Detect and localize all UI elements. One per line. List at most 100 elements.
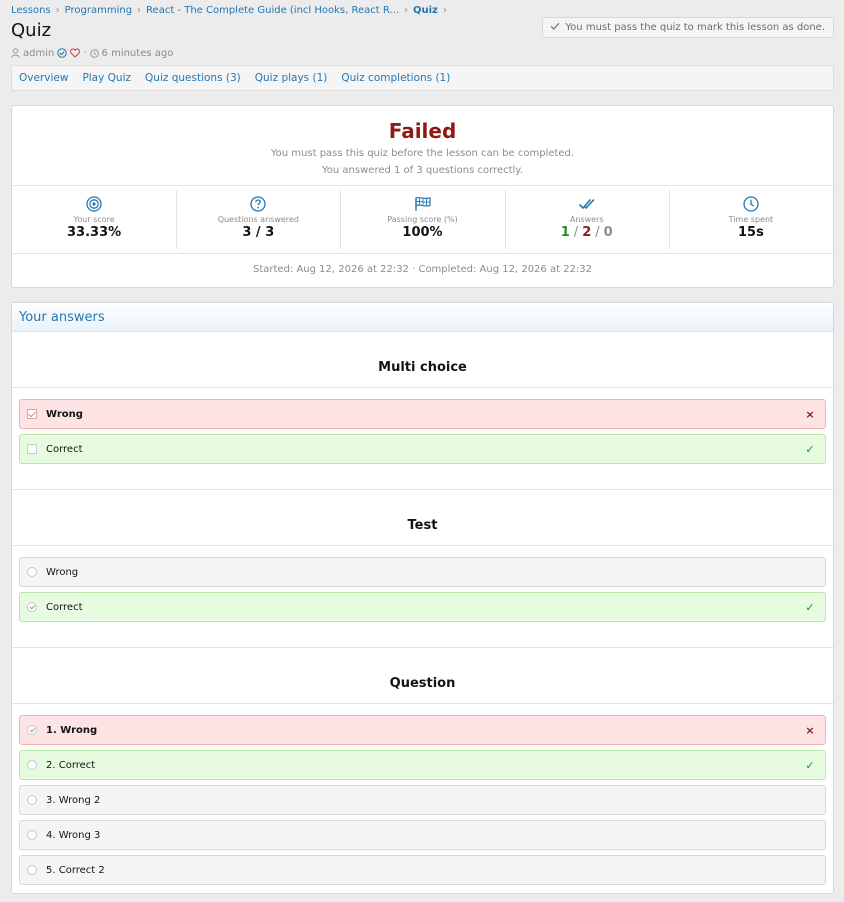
breadcrumb-programming[interactable]: Programming bbox=[65, 5, 132, 16]
question-section: Question 1. Wrong × 2. Correct ✓ 3. Wron… bbox=[12, 647, 833, 893]
tab-quiz-questions[interactable]: Quiz questions (3) bbox=[145, 72, 241, 84]
answer-label: 1. Wrong bbox=[46, 724, 98, 736]
clock-icon bbox=[89, 48, 99, 58]
stats-row: Your score 33.33% Questions answered 3 /… bbox=[12, 186, 833, 254]
checkbox-icon bbox=[27, 444, 37, 454]
answers-separator: / bbox=[573, 225, 579, 240]
question-title: Test bbox=[12, 489, 833, 546]
radio-checked-icon bbox=[27, 602, 37, 612]
stat-passing: Passing score (%) 100% bbox=[340, 190, 504, 249]
answer-option: 2. Correct ✓ bbox=[19, 750, 826, 780]
chevron-right-icon: › bbox=[442, 4, 447, 16]
stat-label: Passing score (%) bbox=[387, 215, 458, 224]
stat-value: 100% bbox=[402, 225, 443, 240]
double-check-icon bbox=[505, 196, 669, 212]
tab-bar: Overview Play Quiz Quiz questions (3) Qu… bbox=[11, 65, 834, 91]
answer-option: 3. Wrong 2 bbox=[19, 785, 826, 815]
answer-label: 5. Correct 2 bbox=[46, 864, 105, 876]
result-panel: Failed You must pass this quiz before th… bbox=[11, 105, 834, 288]
radio-icon bbox=[27, 760, 37, 770]
notice-text: You must pass the quiz to mark this less… bbox=[565, 22, 825, 33]
answer-label: 2. Correct bbox=[46, 759, 96, 771]
stat-score: Your score 33.33% bbox=[12, 190, 176, 249]
answer-option: 1. Wrong × bbox=[19, 715, 826, 745]
answer-option: Wrong × bbox=[19, 399, 826, 429]
question-title: Multi choice bbox=[12, 332, 833, 388]
answers-skipped-count: 0 bbox=[603, 225, 613, 240]
breadcrumb: Lessons › Programming › React - The Comp… bbox=[11, 0, 834, 17]
clock-icon bbox=[669, 196, 833, 212]
check-icon: ✓ bbox=[805, 600, 815, 614]
question-section: Test Wrong Correct ✓ bbox=[12, 489, 833, 647]
chevron-right-icon: › bbox=[404, 4, 408, 16]
answers-correct-count: 1 bbox=[560, 225, 570, 240]
question-options: Wrong × Correct ✓ bbox=[12, 388, 833, 489]
stat-value: 15s bbox=[737, 225, 764, 240]
stat-value: 3 / 3 bbox=[242, 225, 275, 240]
answer-label: Correct bbox=[46, 443, 83, 455]
answers-wrong-count: 2 bbox=[582, 225, 592, 240]
stat-value: 33.33% bbox=[67, 225, 122, 240]
checkbox-checked-icon bbox=[27, 409, 37, 419]
answer-option: Wrong bbox=[19, 557, 826, 587]
result-header: Failed You must pass this quiz before th… bbox=[12, 106, 833, 186]
target-icon bbox=[12, 196, 176, 212]
question-section: Multi choice Wrong × Correct ✓ bbox=[12, 332, 833, 489]
stat-value-answers: 1/2/0 bbox=[505, 225, 669, 241]
question-options: 1. Wrong × 2. Correct ✓ 3. Wrong 2 4. Wr… bbox=[12, 704, 833, 893]
author-link[interactable]: admin bbox=[23, 48, 54, 59]
result-message: You must pass this quiz before the lesso… bbox=[270, 148, 575, 159]
answer-label: Wrong bbox=[46, 408, 83, 420]
tab-quiz-plays[interactable]: Quiz plays (1) bbox=[255, 72, 328, 84]
chevron-right-icon: › bbox=[55, 4, 60, 16]
radio-icon bbox=[27, 567, 37, 577]
breadcrumb-lessons[interactable]: Lessons bbox=[11, 5, 51, 16]
verified-icon bbox=[57, 48, 68, 58]
tab-quiz-completions[interactable]: Quiz completions (1) bbox=[341, 72, 450, 84]
chevron-right-icon: › bbox=[137, 4, 142, 16]
answer-option: Correct ✓ bbox=[19, 592, 826, 622]
cross-icon: × bbox=[805, 407, 815, 421]
check-icon: ✓ bbox=[805, 758, 815, 772]
tab-play-quiz[interactable]: Play Quiz bbox=[82, 72, 131, 84]
question-icon bbox=[176, 196, 340, 212]
result-status: Failed bbox=[388, 119, 457, 143]
answer-label: 3. Wrong 2 bbox=[46, 794, 101, 806]
answer-option: 4. Wrong 3 bbox=[19, 820, 826, 850]
answers-title: Your answers bbox=[12, 303, 833, 332]
answers-panel: Your answers Multi choice Wrong × Correc… bbox=[11, 302, 834, 894]
breadcrumb-course[interactable]: React - The Complete Guide (incl Hooks, … bbox=[146, 5, 399, 16]
notice-banner: You must pass the quiz to mark this less… bbox=[542, 17, 834, 38]
time-ago: 6 minutes ago bbox=[101, 47, 174, 59]
answers-separator: / bbox=[595, 225, 600, 240]
stat-label: Your score bbox=[73, 215, 115, 224]
result-summary: You answered 1 of 3 questions correctly. bbox=[322, 165, 523, 176]
cross-icon: × bbox=[805, 723, 815, 737]
meta-separator: · bbox=[83, 47, 87, 59]
stat-label: Time spent bbox=[728, 215, 774, 224]
answer-label: Correct bbox=[46, 601, 83, 613]
radio-icon bbox=[27, 795, 37, 805]
check-icon bbox=[550, 22, 560, 33]
breadcrumb-quiz[interactable]: Quiz bbox=[413, 5, 438, 16]
stat-answered: Questions answered 3 / 3 bbox=[176, 190, 340, 249]
tab-overview[interactable]: Overview bbox=[19, 72, 68, 84]
answer-option: 5. Correct 2 bbox=[19, 855, 826, 885]
result-timeline: Started: Aug 12, 2026 at 22:32 · Complet… bbox=[252, 264, 593, 275]
flag-icon bbox=[340, 196, 504, 212]
user-icon bbox=[11, 48, 20, 58]
stat-label: Answers bbox=[569, 215, 604, 224]
radio-icon bbox=[27, 830, 37, 840]
radio-icon bbox=[27, 865, 37, 875]
question-options: Wrong Correct ✓ bbox=[12, 546, 833, 647]
heart-icon bbox=[70, 48, 81, 58]
answer-label: Wrong bbox=[46, 566, 79, 578]
page-meta: admin · 6 minutes ago bbox=[11, 46, 834, 60]
check-icon: ✓ bbox=[805, 442, 815, 456]
stat-time: Time spent 15s bbox=[668, 190, 833, 249]
radio-checked-icon bbox=[27, 725, 37, 735]
answer-label: 4. Wrong 3 bbox=[46, 829, 101, 841]
stat-label: Questions answered bbox=[217, 215, 299, 224]
stat-answers: Answers 1/2/0 bbox=[504, 190, 669, 249]
answer-option: Correct ✓ bbox=[19, 434, 826, 464]
